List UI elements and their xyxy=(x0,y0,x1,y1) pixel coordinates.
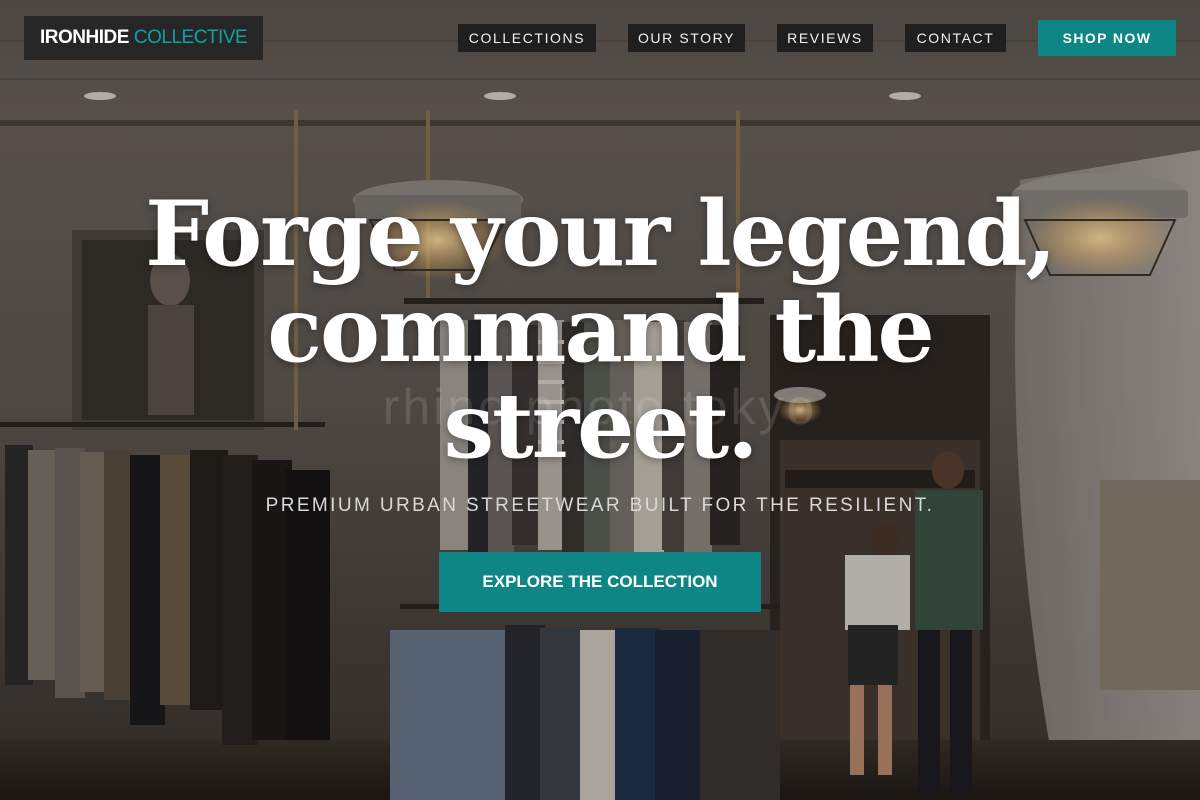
explore-collection-button[interactable]: EXPLORE THE COLLECTION xyxy=(439,552,761,612)
brand-name-primary: IRONHIDE xyxy=(40,27,129,48)
hero-subtitle: PREMIUM URBAN STREETWEAR BUILT FOR THE R… xyxy=(265,495,935,516)
nav-link-contact[interactable]: CONTACT xyxy=(905,24,1006,52)
hero-headline: Forge your legend, command the street. xyxy=(0,186,1200,474)
hero-section: IRONHIDE COLLECTIVE COLLECTIONS OUR STOR… xyxy=(0,0,1200,800)
nav-link-reviews[interactable]: REVIEWS xyxy=(777,24,873,52)
shop-now-button[interactable]: SHOP NOW xyxy=(1038,20,1176,56)
nav-link-collections[interactable]: COLLECTIONS xyxy=(458,24,596,52)
nav-link-our-story[interactable]: OUR STORY xyxy=(628,24,745,52)
brand-name-secondary: COLLECTIVE xyxy=(133,27,248,48)
brand-logo[interactable]: IRONHIDE COLLECTIVE xyxy=(24,16,263,60)
headline-line-1: Forge your legend, xyxy=(145,181,1057,287)
headline-line-2: command the xyxy=(267,277,935,383)
headline-line-3: street. xyxy=(443,373,758,479)
